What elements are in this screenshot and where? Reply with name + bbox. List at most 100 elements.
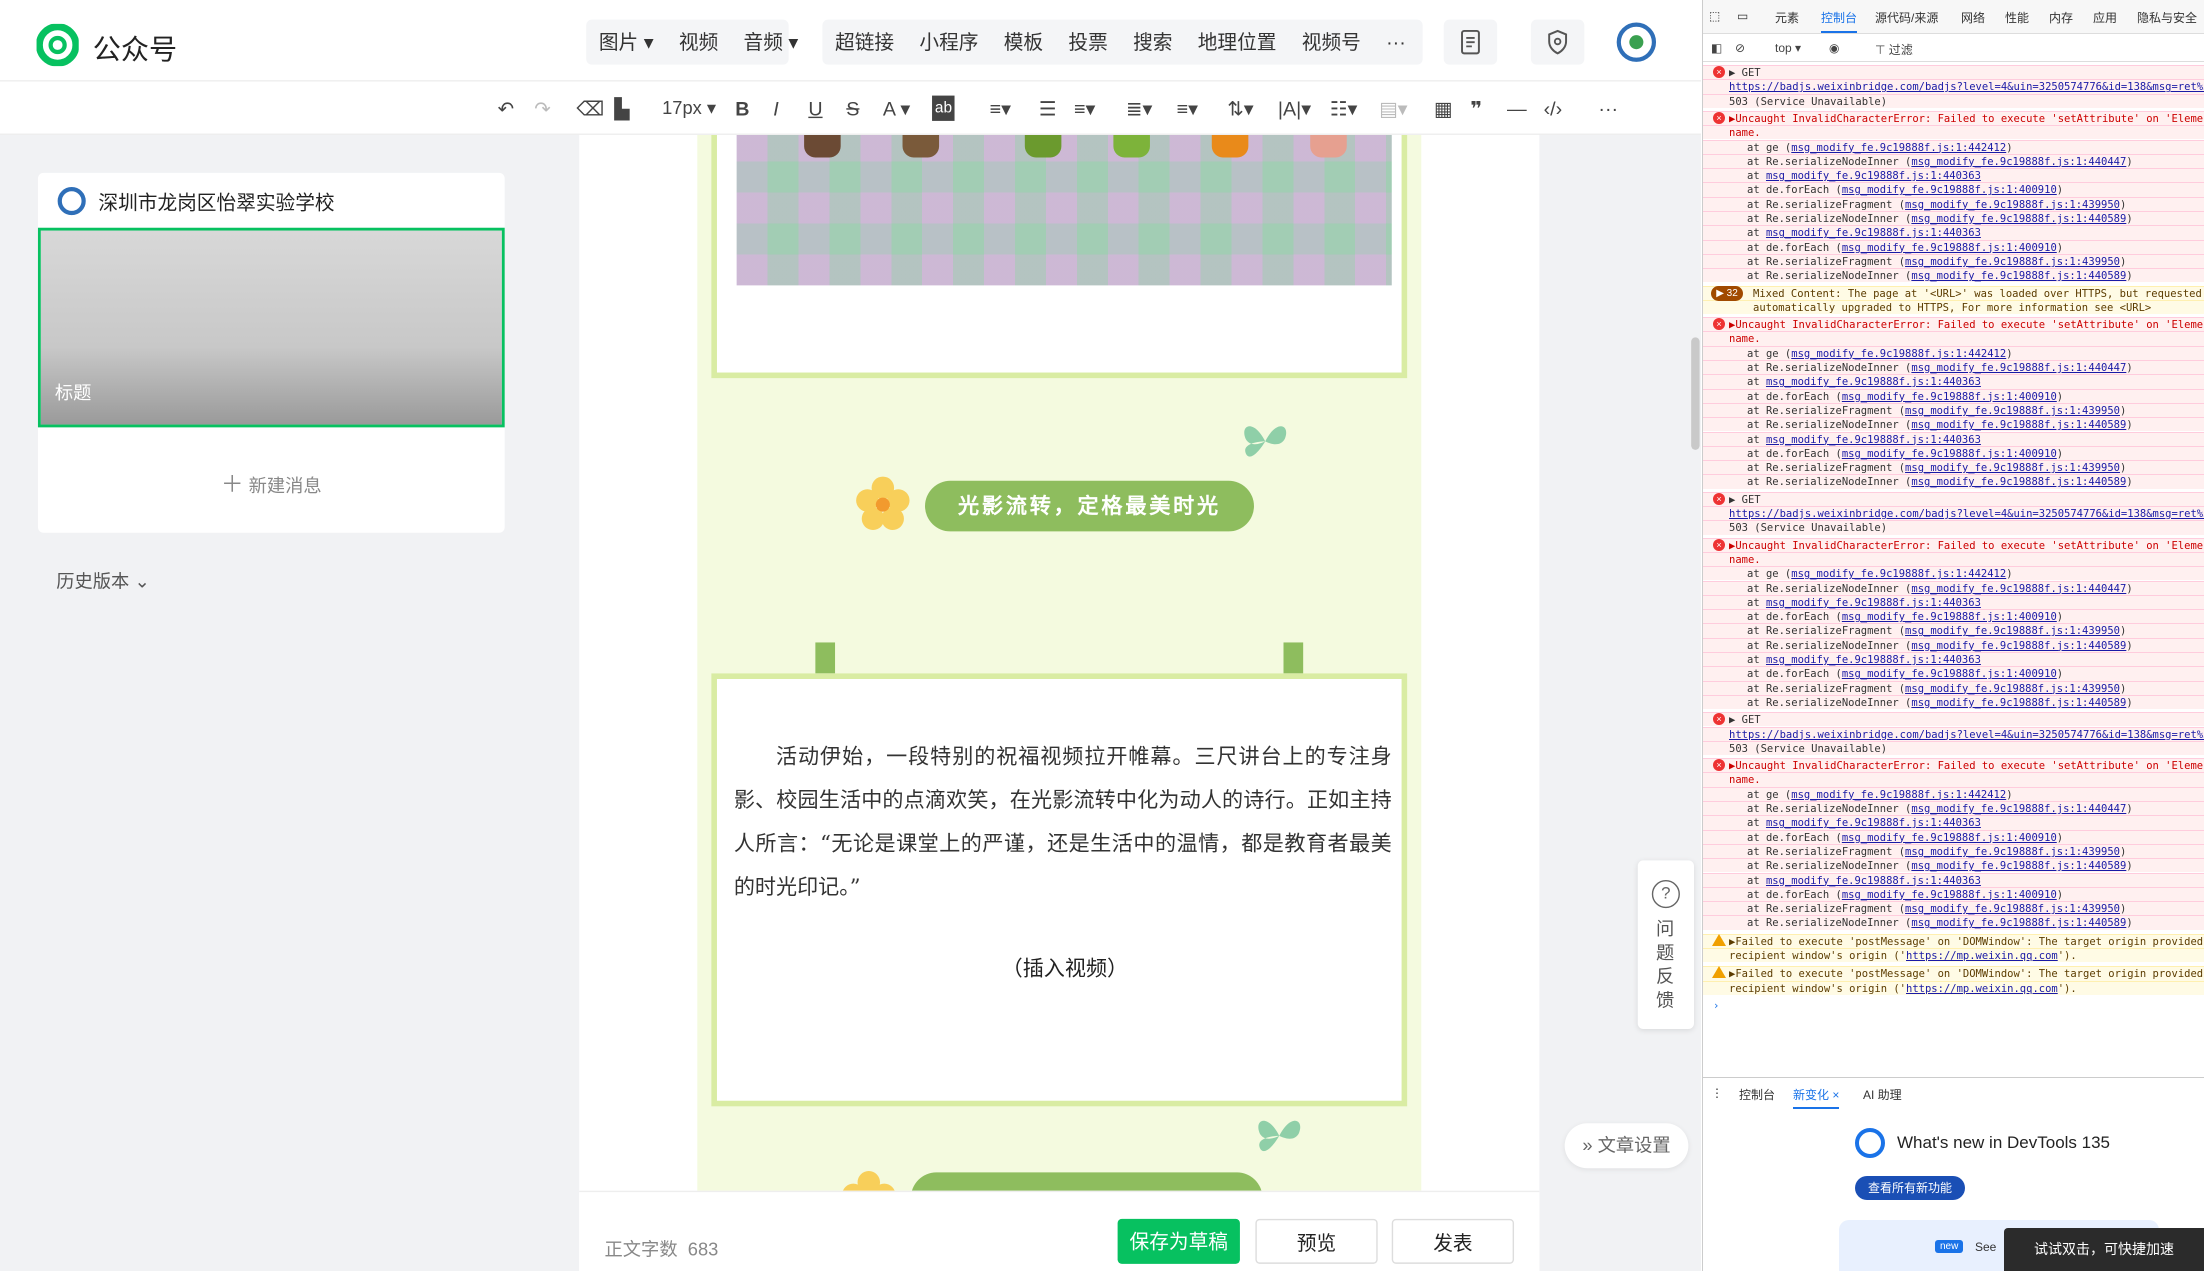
console-log[interactable]: ▶ GET https://badjs.weixinbridge.com/badj… bbox=[1703, 62, 2204, 1077]
context-select[interactable]: top ▾ bbox=[1775, 41, 1801, 55]
underline-icon[interactable]: U bbox=[808, 96, 822, 121]
tab-sources[interactable]: 源代码/来源 bbox=[1875, 9, 1938, 26]
italic-icon[interactable]: I bbox=[773, 96, 778, 121]
cup-image bbox=[1024, 134, 1062, 158]
insert-audio-menu[interactable]: 音频 ▾ bbox=[731, 28, 811, 56]
word-count-label: 正文字数 bbox=[604, 1238, 678, 1260]
section-banner: 光影流转，定格最美时光 bbox=[925, 480, 1254, 532]
insert-template-button[interactable]: 模板 bbox=[991, 28, 1056, 56]
account-avatar[interactable] bbox=[1616, 22, 1657, 62]
tab-memory[interactable]: 内存 bbox=[2049, 9, 2073, 26]
device-toggle-icon[interactable]: ▭ bbox=[1737, 9, 1748, 23]
article-settings-label: 文章设置 bbox=[1597, 1134, 1671, 1156]
bold-icon[interactable]: B bbox=[735, 96, 749, 121]
font-size-select[interactable]: 17px ▾ bbox=[662, 96, 716, 121]
drawer-menu-icon[interactable]: ⋮ bbox=[1711, 1086, 1723, 1100]
whats-new-title: What's new in DevTools 135 bbox=[1897, 1133, 2111, 1152]
strikethrough-icon[interactable]: S bbox=[846, 96, 859, 121]
font-color-icon[interactable]: A ▾ bbox=[883, 96, 910, 121]
article-body: 光影流转，定格最美时光 活动伊始，一段特别的祝福视频拉开帷幕。三尺讲台上的专注身… bbox=[697, 134, 1422, 1225]
bottom-bar: 正文字数 683 保存为草稿 预览 发表 bbox=[579, 1190, 1540, 1271]
table-icon[interactable]: ▦ bbox=[1434, 96, 1453, 121]
article-photo[interactable] bbox=[736, 134, 1392, 286]
insert-vote-button[interactable]: 投票 bbox=[1056, 28, 1121, 56]
drawer-tab-whats-new[interactable]: 新变化 × bbox=[1793, 1086, 1840, 1109]
see-all-features-button[interactable]: 查看所有新功能 bbox=[1855, 1176, 1965, 1200]
document-check-button[interactable] bbox=[1443, 19, 1498, 65]
align-center-icon[interactable]: ≡▾ bbox=[1074, 96, 1095, 121]
sidebar-toggle-icon[interactable]: ◧ bbox=[1711, 41, 1722, 55]
new-message-button[interactable]: ＋ 新建消息 bbox=[38, 465, 505, 499]
insert-video-menu[interactable]: 视频 bbox=[666, 28, 731, 56]
more-insert-button[interactable]: ··· bbox=[1373, 31, 1418, 53]
insert-search-button[interactable]: 搜索 bbox=[1120, 28, 1185, 56]
cup-image bbox=[1113, 134, 1150, 158]
insert-location-button[interactable]: 地理位置 bbox=[1185, 28, 1289, 56]
highlight-icon[interactable]: ab bbox=[932, 95, 955, 121]
error-icon: × bbox=[1713, 492, 1725, 505]
page-scrollbar[interactable] bbox=[1691, 337, 1700, 450]
insert-miniprogram-button[interactable]: 小程序 bbox=[907, 28, 991, 56]
align-justify-icon[interactable]: ≡▾ bbox=[990, 96, 1011, 121]
insert-link-button[interactable]: 超链接 bbox=[822, 28, 906, 56]
tab-performance[interactable]: 性能 bbox=[2005, 9, 2029, 26]
stack-trace-line: at msg_modify_fe.9c19888f.js:1:440363 bbox=[1703, 594, 2204, 610]
quote-icon[interactable]: ❞ bbox=[1470, 96, 1482, 121]
border-icon[interactable]: ▤▾ bbox=[1379, 96, 1407, 121]
filter-input[interactable]: ⊤ 过滤 bbox=[1875, 41, 1913, 58]
list-icon[interactable]: ☷▾ bbox=[1330, 96, 1358, 121]
console-error: ▶Uncaught InvalidCharacterError: Failed … bbox=[1703, 537, 2204, 552]
eraser-icon[interactable]: ⌫ bbox=[576, 96, 604, 121]
console-prompt[interactable]: › bbox=[1703, 999, 2204, 1013]
undo-icon[interactable]: ↶ bbox=[498, 96, 514, 121]
stack-trace-line: at ge (msg_modify_fe.9c19888f.js:1:44241… bbox=[1703, 139, 2204, 154]
error-icon: × bbox=[1713, 66, 1725, 78]
warning-icon bbox=[1712, 933, 1726, 946]
word-count: 正文字数 683 bbox=[604, 1234, 718, 1261]
history-versions-button[interactable]: 历史版本 ⌄ bbox=[56, 567, 150, 594]
clear-console-icon[interactable]: ⊘ bbox=[1735, 41, 1745, 55]
indent-icon[interactable]: ☰ bbox=[1039, 96, 1057, 121]
console-get-request: ▶ GET bbox=[1703, 65, 2204, 80]
tab-console[interactable]: 控制台 bbox=[1821, 9, 1858, 33]
stack-trace-line: at de.forEach (msg_modify_fe.9c19888f.js… bbox=[1703, 886, 2204, 902]
insert-image-menu[interactable]: 图片 ▾ bbox=[586, 28, 666, 56]
preview-button[interactable]: 预览 bbox=[1255, 1218, 1378, 1264]
console-error: name. bbox=[1703, 125, 2204, 140]
stack-trace-line: at msg_modify_fe.9c19888f.js:1:440363 bbox=[1703, 225, 2204, 240]
console-error: name. bbox=[1703, 551, 2204, 567]
format-painter-icon[interactable]: ▙ bbox=[614, 96, 629, 121]
console-status: 503 (Service Unavailable) bbox=[1703, 740, 2204, 756]
console-error: ▶Uncaught InvalidCharacterError: Failed … bbox=[1703, 758, 2204, 773]
butterfly-decoration-icon bbox=[1258, 1120, 1301, 1152]
security-button[interactable] bbox=[1530, 19, 1585, 65]
tab-application[interactable]: 应用 bbox=[2093, 9, 2117, 26]
app-brand: 公众号 bbox=[92, 35, 178, 67]
letter-spacing-icon[interactable]: |A|▾ bbox=[1278, 96, 1311, 121]
article-paragraph[interactable]: 活动伊始，一段特别的祝福视频拉开帷幕。三尺讲台上的专注身影、校园生活中的点滴欢笑… bbox=[734, 735, 1392, 909]
publish-button[interactable]: 发表 bbox=[1391, 1218, 1515, 1264]
drawer-tab-ai[interactable]: AI 助理 bbox=[1863, 1086, 1902, 1103]
article-settings-button[interactable]: » 文章设置 bbox=[1564, 1123, 1689, 1169]
tab-elements[interactable]: 元素 bbox=[1775, 9, 1799, 26]
divider-icon[interactable]: — bbox=[1507, 96, 1527, 121]
spacing-icon[interactable]: ⇅▾ bbox=[1227, 96, 1253, 121]
message-count-badge: ▶ 32 bbox=[1711, 285, 1743, 301]
article-thumbnail[interactable]: 标题 bbox=[37, 227, 505, 428]
redo-icon[interactable]: ↷ bbox=[534, 96, 550, 121]
stack-trace-line: at Re.serializeNodeInner (msg_modify_fe.… bbox=[1703, 694, 2204, 710]
drawer-tab-console[interactable]: 控制台 bbox=[1739, 1086, 1775, 1103]
editor-canvas[interactable]: 光影流转，定格最美时光 活动伊始，一段特别的祝福视频拉开帷幕。三尺讲台上的专注身… bbox=[579, 134, 1540, 1271]
code-icon[interactable]: ‹/› bbox=[1544, 96, 1563, 121]
tab-network[interactable]: 网络 bbox=[1961, 9, 1985, 26]
feedback-button[interactable]: ? 问题反馈 bbox=[1637, 860, 1694, 1030]
inspect-icon[interactable]: ⬚ bbox=[1709, 9, 1720, 23]
eye-icon[interactable]: ◉ bbox=[1829, 41, 1839, 55]
line-spacing-icon[interactable]: ≡▾ bbox=[1177, 96, 1198, 121]
insert-channels-button[interactable]: 视频号 bbox=[1289, 28, 1373, 56]
paragraph-spacing-icon[interactable]: ≣▾ bbox=[1126, 96, 1152, 121]
insert-video-placeholder[interactable]: （插入视频） bbox=[717, 953, 1413, 983]
save-draft-button[interactable]: 保存为草稿 bbox=[1117, 1218, 1240, 1264]
more-format-icon[interactable]: ··· bbox=[1598, 96, 1618, 121]
tab-privacy[interactable]: 隐私与安全 bbox=[2137, 9, 2197, 26]
